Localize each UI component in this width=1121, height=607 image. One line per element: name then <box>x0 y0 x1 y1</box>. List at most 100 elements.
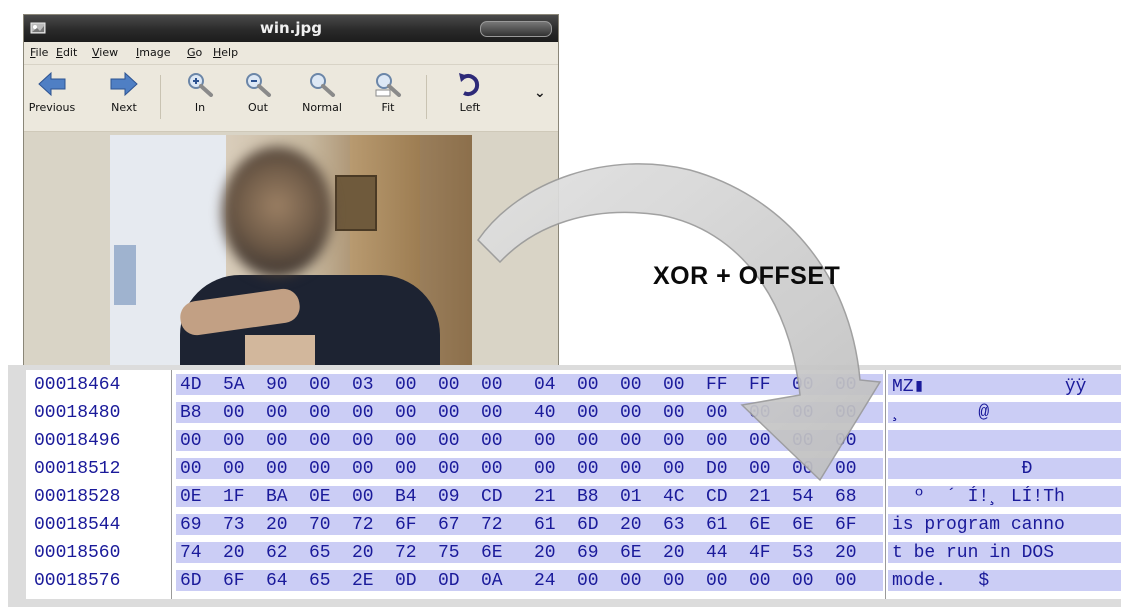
rotate-left-button[interactable]: Left <box>442 71 498 114</box>
zoom-normal-icon <box>310 73 335 97</box>
hex-byte: 00 <box>534 459 556 479</box>
hex-byte: 00 <box>749 571 771 591</box>
hex-row: 00018528 0E 1F BA 0E 00 B4 09 CD 21 B8 01 4C CD 21 54 68… <box>26 486 1121 510</box>
chevron-down-icon[interactable]: ⌄ <box>534 85 546 101</box>
zoom-normal-label: Normal <box>302 101 342 114</box>
menu-file[interactable]: File <box>30 46 48 59</box>
hex-byte: 00 <box>835 403 857 423</box>
hex-ascii: is program canno <box>888 514 1121 535</box>
hex-bytes: 4D 5A 90 00 03 00 00 00 04 00 00 00 FF FF 00 00 <box>176 374 883 395</box>
hex-byte: 20 <box>534 543 556 563</box>
hex-byte: 00 <box>438 375 460 395</box>
hex-address: 00018496 <box>34 431 121 451</box>
hex-byte: 00 <box>309 375 331 395</box>
hex-dump-panel: 00018464 4D 5A 90 00 03 00 00 00 04 00 00 00 FF FF 00 00… <box>8 365 1121 607</box>
hex-byte: 6D <box>577 515 599 535</box>
hex-byte: 00 <box>266 403 288 423</box>
hex-byte: 00 <box>223 431 245 451</box>
window-title: win.jpg <box>260 19 322 37</box>
hex-row: 00018512 00 00 00 00 00 00 00 00 00 00 00 00 D0 00 00 00… <box>26 458 1121 482</box>
zoom-fit-label: Fit <box>381 101 395 114</box>
hex-byte: 0E <box>180 487 202 507</box>
hex-byte: 2E <box>352 571 374 591</box>
hex-byte: 6E <box>792 515 814 535</box>
hex-byte: 64 <box>266 571 288 591</box>
hex-byte: 20 <box>620 515 642 535</box>
hex-byte: 00 <box>706 571 728 591</box>
hex-byte: 00 <box>180 459 202 479</box>
hex-byte: 00 <box>620 571 642 591</box>
hex-row: 00018464 4D 5A 90 00 03 00 00 00 04 00 00 00 FF FF 00 00… <box>26 374 1121 398</box>
menu-image[interactable]: Image <box>136 46 170 59</box>
arrow-right-icon <box>110 71 138 97</box>
hex-byte: 00 <box>309 459 331 479</box>
hex-byte: 00 <box>706 431 728 451</box>
hex-byte: B4 <box>395 487 417 507</box>
hex-address: 00018576 <box>34 571 121 591</box>
hex-byte: 00 <box>266 459 288 479</box>
hex-byte: 00 <box>620 403 642 423</box>
hex-byte: 00 <box>577 431 599 451</box>
hex-byte: 61 <box>706 515 728 535</box>
hex-byte: CD <box>706 487 728 507</box>
hex-byte: 00 <box>223 459 245 479</box>
zoom-out-button[interactable]: Out <box>230 71 286 114</box>
zoom-out-label: Out <box>248 101 268 114</box>
hex-byte: FF <box>749 375 771 395</box>
window-titlebar[interactable]: win.jpg <box>24 15 558 42</box>
hex-byte: 00 <box>792 403 814 423</box>
zoom-normal-button[interactable]: Normal <box>294 71 350 114</box>
hex-bytes: 69 73 20 70 72 6F 67 72 61 6D 20 63 61 6E 6E 6F <box>176 514 883 535</box>
hex-byte: 69 <box>577 543 599 563</box>
menu-view[interactable]: View <box>92 46 118 59</box>
next-button[interactable]: Next <box>96 71 152 114</box>
menu-go[interactable]: Go <box>187 46 202 59</box>
hex-byte: 4C <box>663 487 685 507</box>
window-controls[interactable] <box>480 21 552 37</box>
hex-row: 00018576 6D 6F 64 65 2E 0D 0D 0A 24 00 00 00 00 00 00 00… <box>26 570 1121 594</box>
hex-byte: 6F <box>395 515 417 535</box>
hex-byte: 4F <box>749 543 771 563</box>
hex-byte: 1F <box>223 487 245 507</box>
hex-byte: 00 <box>266 431 288 451</box>
hex-byte: 20 <box>663 543 685 563</box>
hex-byte: 6F <box>835 515 857 535</box>
hex-bytes: 00 00 00 00 00 00 00 00 00 00 00 00 00 00 00 00 <box>176 430 883 451</box>
hex-byte: FF <box>706 375 728 395</box>
hex-ascii: MZ▮ ÿÿ <box>888 374 1121 395</box>
hex-byte: 00 <box>309 403 331 423</box>
hex-bytes: 6D 6F 64 65 2E 0D 0D 0A 24 00 00 00 00 00 00 00 <box>176 570 883 591</box>
hex-byte: 6E <box>749 515 771 535</box>
hex-byte: B8 <box>180 403 202 423</box>
hex-byte: 68 <box>835 487 857 507</box>
hex-ascii <box>888 430 1121 451</box>
menu-help[interactable]: Help <box>213 46 238 59</box>
arrow-left-icon <box>38 71 66 97</box>
hex-byte: 21 <box>749 487 771 507</box>
menu-edit[interactable]: Edit <box>56 46 77 59</box>
hex-byte: 0D <box>395 571 417 591</box>
hex-ascii-text: º ´ Í!¸ LÍ!Th <box>892 487 1065 507</box>
hex-ascii-text: is program canno <box>892 515 1065 535</box>
zoom-fit-button[interactable]: Fit <box>360 71 416 114</box>
hex-byte: 0D <box>438 571 460 591</box>
blurred-face <box>222 147 332 277</box>
hex-byte: 00 <box>663 459 685 479</box>
hex-byte: B8 <box>577 487 599 507</box>
hex-byte: 00 <box>577 571 599 591</box>
hex-address: 00018480 <box>34 403 121 423</box>
hex-address: 00018464 <box>34 375 121 395</box>
hex-byte: 00 <box>223 403 245 423</box>
zoom-out-icon <box>246 73 271 97</box>
hex-byte: 00 <box>481 375 503 395</box>
hex-byte: 65 <box>309 571 331 591</box>
zoom-in-button[interactable]: In <box>172 71 228 114</box>
hex-byte: 72 <box>481 515 503 535</box>
previous-button[interactable]: Previous <box>24 71 80 114</box>
hex-byte: 6E <box>620 543 642 563</box>
hex-address: 00018544 <box>34 515 121 535</box>
hex-byte: 00 <box>663 375 685 395</box>
rotate-left-label: Left <box>459 101 481 114</box>
toolbar-separator <box>426 75 427 119</box>
hex-byte: 03 <box>352 375 374 395</box>
